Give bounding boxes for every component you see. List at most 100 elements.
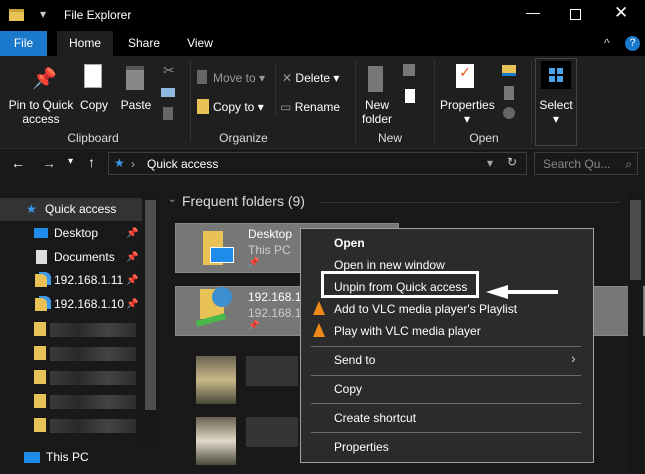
blurred-item: [50, 395, 136, 409]
recent-locations-button[interactable]: ▾: [68, 156, 73, 167]
select-icon: [541, 61, 571, 89]
navigation-bar: ← → ▾ ↑ ★ › Quick access ▾ ↻ Search Qu..…: [0, 149, 645, 179]
search-input[interactable]: Search Qu... ⌕: [534, 152, 638, 175]
sidebar-item-documents[interactable]: Documents 📌: [0, 246, 142, 269]
maximize-button[interactable]: [570, 9, 581, 20]
folder-icon: [34, 346, 46, 360]
properties-icon: ✓: [456, 64, 474, 88]
copy-to-button[interactable]: Copy to ▾: [213, 100, 264, 114]
blurred-item: [50, 347, 136, 361]
cut-icon[interactable]: ✂: [163, 62, 175, 79]
blurred-item: [50, 419, 136, 433]
close-button[interactable]: ✕: [614, 3, 628, 23]
delete-icon: ✕: [282, 71, 293, 85]
copy-icon: [84, 64, 102, 88]
menu-item-unpin-from-quick-access[interactable]: Unpin from Quick access: [334, 279, 467, 295]
minimize-button[interactable]: —: [526, 4, 540, 20]
quick-access-toolbar-dropdown[interactable]: ▾: [40, 7, 46, 21]
pin-icon: 📌: [126, 252, 139, 263]
collapse-ribbon-icon[interactable]: ^: [604, 36, 610, 50]
new-folder-button[interactable]: New folder: [358, 98, 396, 126]
menu-item-properties[interactable]: Properties: [334, 439, 389, 455]
tab-view[interactable]: View: [175, 31, 225, 56]
section-chevron-icon[interactable]: ⌄: [168, 194, 176, 205]
tab-share[interactable]: Share: [118, 31, 170, 56]
menu-item-send-to[interactable]: Send to: [334, 352, 375, 368]
new-folder-icon: [368, 66, 383, 92]
folder-icon: [34, 322, 46, 336]
blurred-folder-tile[interactable]: [196, 417, 236, 465]
forward-button[interactable]: →: [42, 155, 56, 171]
sidebar-item-quick-access[interactable]: ★ Quick access: [0, 198, 142, 221]
menu-item-create-shortcut[interactable]: Create shortcut: [334, 410, 416, 426]
folder-location: 192.168.1.: [248, 306, 305, 320]
breadcrumb-quick-access[interactable]: Quick access: [147, 157, 218, 171]
sidebar-item-desktop[interactable]: Desktop 📌: [0, 222, 142, 245]
refresh-icon[interactable]: ↻: [507, 155, 517, 169]
address-bar[interactable]: ★ › Quick access ▾ ↻: [108, 152, 527, 175]
edit-icon[interactable]: [504, 86, 514, 100]
pin-icon: 📌: [32, 68, 57, 90]
computer-icon: [24, 452, 40, 463]
blurred-item: [50, 371, 136, 385]
up-button[interactable]: ↑: [88, 154, 95, 170]
divider: [434, 60, 435, 142]
network-folder-icon: [35, 298, 47, 311]
help-icon[interactable]: ?: [625, 36, 640, 51]
new-item-icon[interactable]: [403, 64, 415, 76]
menu-separator: [311, 346, 581, 347]
group-organize: Organize: [219, 131, 268, 145]
pin-to-quick-access-button[interactable]: Pin to Quick access: [6, 98, 76, 126]
tab-file[interactable]: File: [0, 31, 47, 56]
folder-location: This PC: [248, 243, 291, 257]
divider: [531, 60, 532, 142]
divider: [355, 60, 356, 142]
arrow-annotation: [486, 285, 508, 299]
tab-home[interactable]: Home: [57, 31, 113, 56]
paste-shortcut-icon[interactable]: [163, 107, 173, 120]
copy-to-icon: [197, 99, 209, 114]
address-dropdown[interactable]: ▾: [487, 156, 493, 170]
menu-item-copy[interactable]: Copy: [334, 381, 362, 397]
pin-icon: 📌: [248, 320, 260, 330]
breadcrumb-separator: ›: [131, 157, 135, 171]
pin-icon: 📌: [126, 228, 139, 239]
title-bar: ▾ File Explorer — ✕: [0, 0, 645, 31]
section-header[interactable]: Frequent folders (9): [182, 193, 305, 209]
context-menu: Open Open in new window Unpin from Quick…: [300, 228, 594, 463]
open-icon[interactable]: [502, 65, 516, 76]
submenu-chevron-icon: ›: [571, 350, 576, 366]
paste-icon: [126, 66, 144, 90]
sidebar-scrollbar[interactable]: [143, 192, 158, 447]
pin-icon: 📌: [126, 275, 139, 286]
sidebar-item-192-168-1-11[interactable]: 192.168.1.11 📌: [0, 269, 142, 292]
network-folder-icon: [35, 274, 47, 287]
arrow-annotation-shaft: [506, 290, 558, 294]
desktop-icon: [34, 228, 48, 238]
menu-item-play-with-vlc[interactable]: Play with VLC media player: [334, 323, 481, 339]
back-button[interactable]: ←: [11, 155, 25, 171]
select-button[interactable]: Select ▾: [535, 58, 577, 146]
history-icon[interactable]: [503, 107, 515, 119]
menu-item-open[interactable]: Open: [334, 235, 365, 251]
properties-button[interactable]: Properties ▾: [440, 98, 495, 126]
easy-access-icon[interactable]: [405, 89, 415, 103]
properties-label: Properties: [440, 98, 495, 112]
rename-button[interactable]: ▭ Rename: [280, 100, 340, 114]
ribbon-tabs: File Home Share View ^ ?: [0, 31, 645, 56]
menu-item-add-to-vlc-playlist[interactable]: Add to VLC media player's Playlist: [334, 301, 517, 317]
sidebar-item-this-pc[interactable]: This PC: [0, 446, 142, 469]
paste-button[interactable]: Paste: [118, 98, 154, 112]
menu-separator: [311, 432, 581, 433]
copy-path-icon[interactable]: [161, 88, 175, 97]
sidebar-item-192-168-1-10[interactable]: 192.168.1.10 📌: [0, 293, 142, 316]
content-scrollbar[interactable]: [628, 192, 643, 474]
move-to-button[interactable]: Move to ▾: [213, 71, 265, 85]
divider: [275, 66, 276, 116]
copy-button[interactable]: Copy: [78, 98, 110, 112]
rename-label: Rename: [294, 100, 341, 114]
blurred-folder-tile[interactable]: [196, 356, 236, 404]
delete-button[interactable]: ✕ Delete ▾: [282, 71, 339, 85]
folder-name: Desktop: [248, 227, 293, 241]
desktop-folder-icon: [203, 231, 234, 265]
